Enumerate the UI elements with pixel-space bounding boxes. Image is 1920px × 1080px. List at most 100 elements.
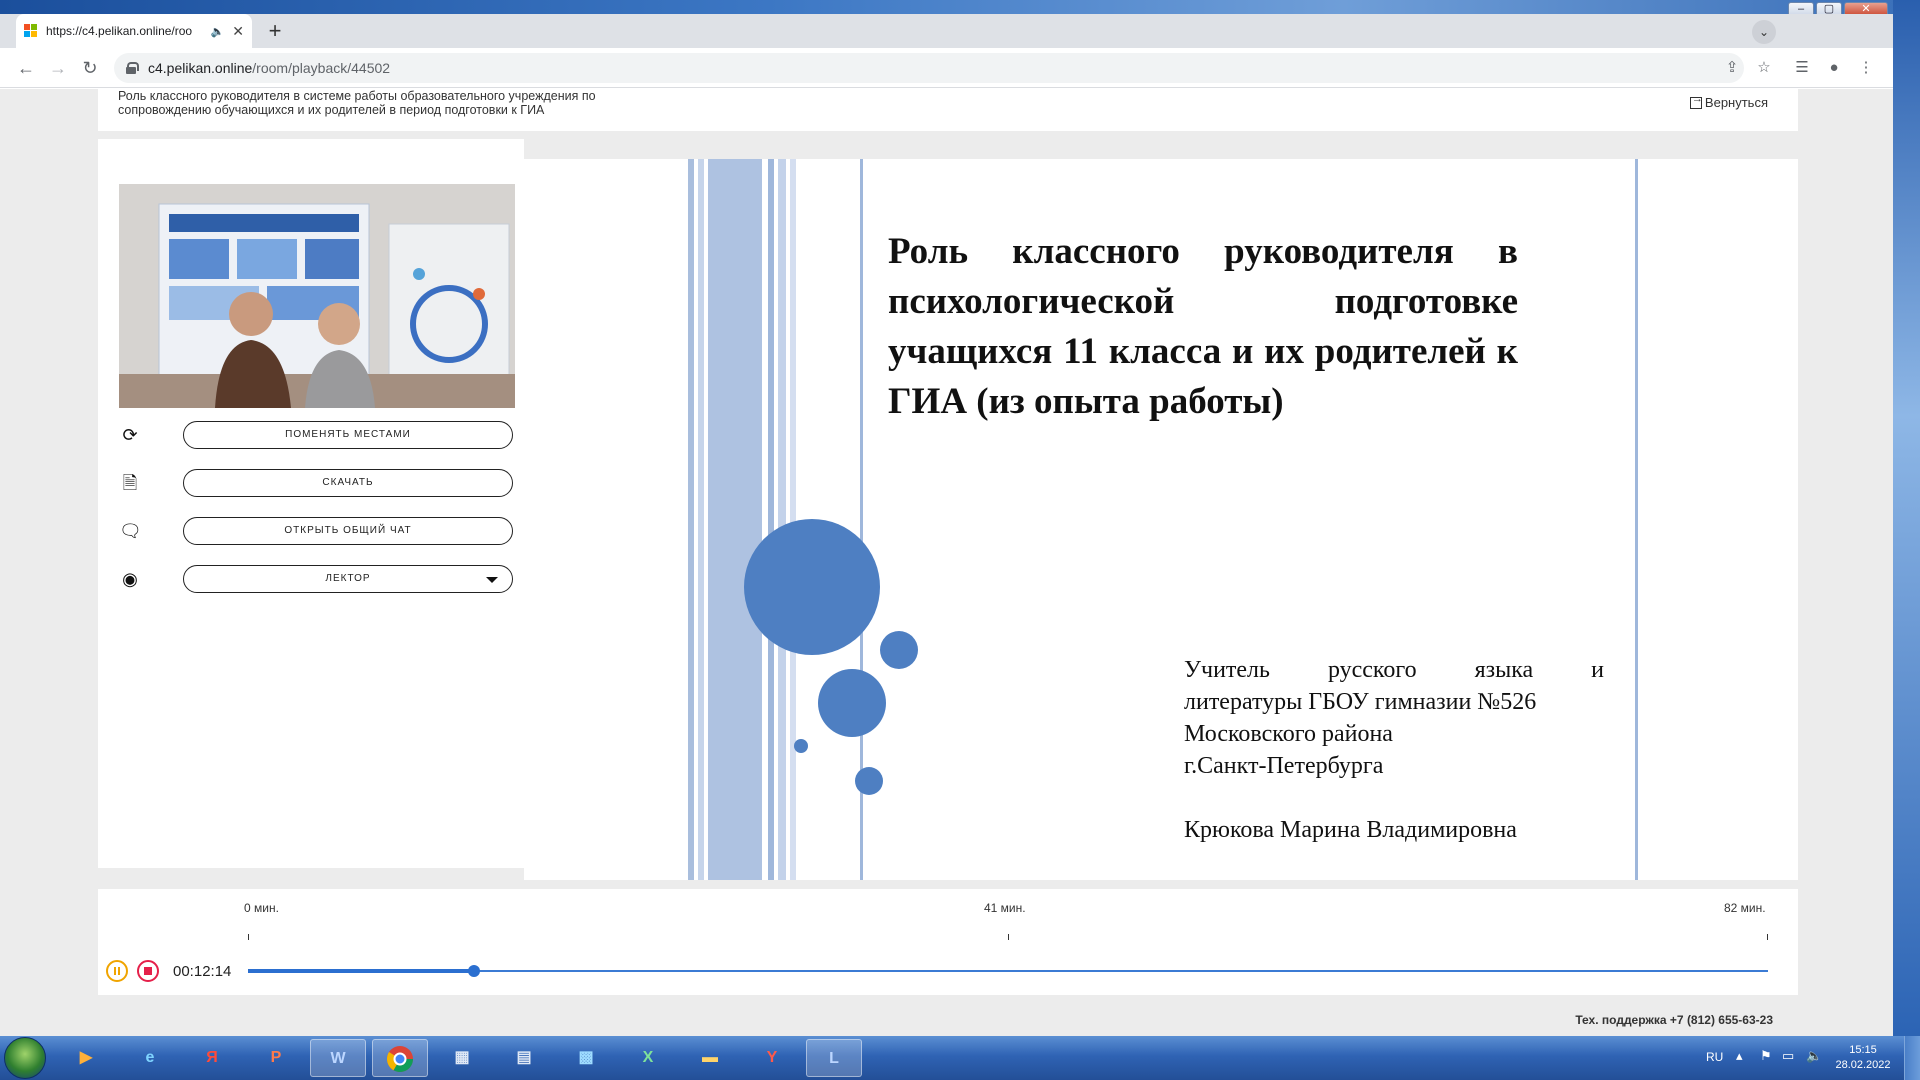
slide-stripe: [688, 159, 694, 880]
url-path: /room/playback/44502: [252, 60, 391, 76]
back-arrow-icon[interactable]: ←: [14, 56, 38, 80]
timeline-tick: [1767, 934, 1768, 940]
slide-stripe: [778, 159, 786, 880]
tab-strip: https://c4.pelikan.online/roo 🔈 ✕ + ⌄: [0, 14, 1893, 48]
left-panel: ⟳ поменять местами 🗎 скачать 🗨 открыть о…: [98, 139, 524, 868]
swap-button[interactable]: поменять местами: [183, 421, 513, 449]
slide-decor-circle: [855, 767, 883, 795]
slide-stripe: [768, 159, 774, 880]
reading-list-icon[interactable]: ☰: [1790, 56, 1814, 80]
pause-button[interactable]: [106, 960, 128, 982]
clock-time: 15:15: [1849, 1044, 1877, 1056]
current-time: 00:12:14: [173, 963, 232, 980]
media-player-taskbar-icon[interactable]: ▶: [58, 1039, 114, 1077]
yandex-taskbar-icon[interactable]: Я: [184, 1039, 240, 1077]
calculator-taskbar-icon[interactable]: ▦: [434, 1039, 490, 1077]
course-title-line: сопровождению обучающихся и их родителей…: [118, 103, 545, 117]
progress-knob[interactable]: [468, 965, 481, 977]
exit-icon: [1689, 93, 1703, 109]
course-title-line: Роль классного руководителя в системе ра…: [118, 89, 596, 103]
slide-decor-circle: [880, 631, 918, 669]
stop-button[interactable]: [137, 960, 159, 982]
network-icon[interactable]: ▭: [1782, 1048, 1794, 1064]
excel-taskbar-icon[interactable]: X: [620, 1039, 676, 1077]
chevron-down-icon[interactable]: ⌄: [1752, 20, 1776, 44]
yandex-browser-taskbar-icon[interactable]: Y: [744, 1039, 800, 1077]
timeline-tick: [1008, 934, 1009, 940]
lync-taskbar-icon[interactable]: L: [806, 1039, 862, 1077]
teacher-line: Московского района: [1184, 721, 1393, 747]
menu-dots-icon[interactable]: ⋮: [1854, 56, 1878, 80]
chrome-taskbar-icon[interactable]: [372, 1039, 428, 1077]
slide-stripe: [698, 159, 704, 880]
taskbar: ▶ e Я P W ▦ ▤ ▩ X ▬ Y L RU ▴ ⚑ ▭ 🔈 15:15…: [0, 1036, 1920, 1080]
teacher-line: Учитель русского языка и: [1184, 657, 1604, 683]
timeline-end-label: 82 мин.: [1724, 901, 1766, 915]
browser-tab[interactable]: https://c4.pelikan.online/roo 🔈 ✕: [16, 14, 252, 48]
folder-taskbar-icon[interactable]: ▬: [682, 1039, 738, 1077]
share-icon[interactable]: ⇪: [1720, 56, 1744, 80]
action-row-swap: ⟳ поменять местами: [119, 421, 515, 449]
video-frame: [119, 184, 515, 408]
language-indicator[interactable]: RU: [1706, 1050, 1723, 1064]
tech-support-phone: Тех. поддержка +7 (812) 655-63-23: [1575, 1013, 1773, 1027]
chrome-icon: [386, 1046, 414, 1073]
pixel-app-taskbar-icon[interactable]: ▩: [558, 1039, 614, 1077]
timeline-start-label: 0 мин.: [244, 901, 279, 915]
speaker-icon[interactable]: 🔈: [211, 25, 225, 38]
back-link-label: Вернуться: [1704, 95, 1768, 110]
slide-stripe: [790, 159, 796, 880]
caret-down-icon: [486, 577, 498, 583]
slide-decor-circle: [794, 739, 808, 753]
teacher-line: литературы ГБОУ гимназии №526: [1184, 689, 1537, 715]
new-tab-button[interactable]: +: [262, 19, 288, 45]
powerpoint-taskbar-icon[interactable]: P: [248, 1039, 304, 1077]
start-button[interactable]: [4, 1037, 46, 1079]
bookmark-star-icon[interactable]: ☆: [1752, 56, 1776, 80]
timeline-mid-label: 41 мин.: [984, 901, 1026, 915]
close-icon[interactable]: ✕: [232, 23, 244, 40]
slide-decor-circle: [818, 669, 886, 737]
volume-icon[interactable]: 🔈: [1806, 1048, 1822, 1064]
course-header: Роль классного руководителя в системе ра…: [98, 89, 1798, 131]
lecturer-video[interactable]: [119, 184, 515, 408]
browser-window: https://c4.pelikan.online/roo 🔈 ✕ + ⌄ ← …: [0, 14, 1893, 1036]
network-taskbar-icon[interactable]: ▤: [496, 1039, 552, 1077]
lecturer-select[interactable]: лектор: [183, 565, 513, 593]
clock-date: 28.02.2022: [1835, 1059, 1891, 1071]
system-clock[interactable]: 15:15 28.02.2022: [1830, 1043, 1896, 1073]
address-bar[interactable]: c4.pelikan.online/room/playback/44502: [114, 53, 1744, 83]
action-row-download: 🗎 скачать: [119, 469, 515, 497]
slide-viewer: Роль классного руководителя в психологич…: [524, 159, 1798, 880]
playback-controls: 0 мин. 41 мин. 82 мин. 00:12:14: [98, 889, 1798, 995]
url-host: c4.pelikan.online: [148, 60, 253, 76]
word-taskbar-icon[interactable]: W: [310, 1039, 366, 1077]
page-content: Роль классного руководителя в системе ра…: [0, 89, 1893, 1036]
show-desktop-button[interactable]: [1904, 1036, 1920, 1080]
author-name: Крюкова Марина Владимировна: [1184, 817, 1517, 843]
tray-expand-icon[interactable]: ▴: [1736, 1048, 1743, 1064]
forward-arrow-icon[interactable]: →: [46, 56, 70, 80]
browser-toolbar: ← → ↻ c4.pelikan.online/room/playback/44…: [0, 48, 1893, 88]
internet-explorer-taskbar-icon[interactable]: e: [122, 1039, 178, 1077]
presentation-slide: Роль классного руководителя в психологич…: [688, 159, 1638, 880]
lock-icon[interactable]: [126, 62, 139, 74]
tab-title: https://c4.pelikan.online/roo: [46, 24, 193, 38]
chat-icon: 🗨: [119, 521, 142, 541]
slide-author-block: Учитель русского языка и литературы ГБОУ…: [1184, 654, 1604, 846]
desktop-background-right: [1893, 0, 1920, 1040]
back-link[interactable]: Вернуться: [1689, 93, 1768, 110]
flag-icon[interactable]: ⚑: [1760, 1048, 1772, 1064]
download-button[interactable]: скачать: [183, 469, 513, 497]
reload-icon[interactable]: ↻: [78, 56, 102, 80]
slide-title: Роль классного руководителя в психологич…: [888, 231, 1518, 422]
slide-stripe: [708, 159, 762, 880]
document-icon: 🗎: [122, 473, 138, 493]
action-row-lecturer: ◉ лектор: [119, 565, 515, 593]
timeline-tick: [248, 934, 249, 940]
webcam-icon: ◉: [122, 569, 138, 589]
progress-filled: [248, 969, 475, 973]
open-chat-button[interactable]: открыть общий чат: [183, 517, 513, 545]
course-title: Роль классного руководителя в системе ра…: [118, 89, 678, 117]
profile-avatar-icon[interactable]: ●: [1822, 56, 1846, 80]
